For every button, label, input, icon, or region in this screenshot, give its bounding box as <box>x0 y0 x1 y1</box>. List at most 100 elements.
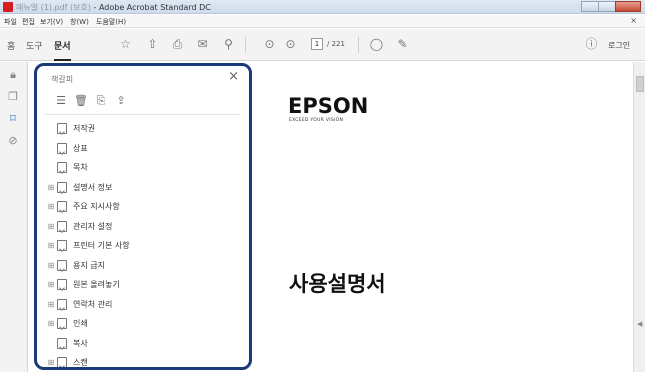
next-page-icon[interactable]: ⊙ <box>283 37 298 52</box>
menu-file[interactable]: 파일 <box>4 17 17 27</box>
tools-tab[interactable]: 도구 <box>26 39 43 52</box>
navigation-rail: 🔒︎ ❐ ⌑ ⊘ <box>0 62 28 372</box>
menu-edit[interactable]: 편집 <box>22 17 35 27</box>
bookmark-label: 연락처 관리 <box>73 299 113 309</box>
scrollbar-thumb[interactable] <box>636 76 644 92</box>
bookmark-icon <box>57 298 67 310</box>
attachments-icon[interactable]: ⊘ <box>6 134 20 148</box>
lock-icon[interactable]: 🔒︎ <box>6 68 20 82</box>
expand-icon[interactable]: ⊞ <box>47 202 55 211</box>
close-document-icon[interactable]: × <box>630 16 637 25</box>
bookmark-item[interactable]: ⊞ 설명서 정보 <box>47 179 112 196</box>
bookmark-item[interactable]: ⊞ 인쇄 <box>47 315 88 332</box>
pen-icon[interactable]: ✎ <box>395 37 410 52</box>
bookmark-item[interactable]: ⊞ 관리자 설정 <box>47 218 112 235</box>
vertical-scrollbar[interactable]: ◀ <box>633 62 645 372</box>
expand-bookmark-icon[interactable]: ⇪ <box>111 94 131 108</box>
bookmark-label: 스캔 <box>73 358 88 367</box>
comment-icon[interactable]: ◯ <box>369 37 384 52</box>
bookmark-label: 원본 올려놓기 <box>73 280 120 289</box>
expand-icon[interactable]: ⊞ <box>47 183 55 192</box>
bookmark-icon <box>57 279 67 290</box>
page-total: / 221 <box>327 40 345 48</box>
bookmark-item[interactable]: 복사 <box>47 335 88 352</box>
title-bar: 매뉴얼 (1).pdf (보호) - Adobe Acrobat Standar… <box>0 0 645 14</box>
bookmark-label: 용지 급지 <box>73 260 105 270</box>
minimize-button[interactable] <box>581 1 599 12</box>
bookmark-label: 목차 <box>73 163 88 172</box>
bookmark-item[interactable]: ⊞ 프린터 기본 사항 <box>47 237 130 254</box>
upload-cloud-icon[interactable]: ⇧ <box>145 37 160 52</box>
bookmark-label: 저작권 <box>73 124 96 133</box>
home-tab[interactable]: 홈 <box>7 39 15 52</box>
print-icon[interactable]: ⎙ <box>170 37 185 52</box>
epson-logo: EPSON <box>288 94 369 118</box>
bookmark-label: 인쇄 <box>73 319 88 328</box>
bookmark-item[interactable]: 저작권 <box>47 120 95 137</box>
login-link[interactable]: 로그인 <box>608 40 630 51</box>
page-thumbnails-icon[interactable]: ❐ <box>6 90 20 104</box>
window-title: 매뉴얼 (1).pdf (보호) - Adobe Acrobat Standar… <box>16 2 211 13</box>
bookmark-icon <box>57 318 67 329</box>
bookmark-icon <box>57 162 67 173</box>
expand-icon[interactable]: ⊞ <box>47 280 55 289</box>
expand-icon[interactable]: ⊞ <box>47 319 55 328</box>
options-menu-icon[interactable]: ☰ <box>51 94 71 108</box>
logo-tagline: EXCEED YOUR VISION <box>289 118 344 123</box>
previous-page-icon[interactable]: ⊙ <box>262 37 277 52</box>
menu-view[interactable]: 보기(V) <box>40 17 63 27</box>
close-window-button[interactable] <box>615 1 641 12</box>
bookmark-label: 프린터 기본 사항 <box>73 241 130 250</box>
page-number-input[interactable]: 1 <box>311 38 323 50</box>
bookmark-icon <box>57 259 67 271</box>
bookmark-item[interactable]: 상표 <box>47 140 88 157</box>
expand-icon[interactable]: ⊞ <box>47 300 55 309</box>
email-icon[interactable]: ✉ <box>195 37 210 52</box>
bookmark-icon <box>57 240 67 251</box>
toolbar: 홈 도구 문서 ☆ ⇧ ⎙ ✉ ⚲ ⊙ ⊙ 1 / 221 ◯ ✎ ⓘ 로그인 <box>0 29 645 61</box>
menu-help[interactable]: 도움말(H) <box>96 17 126 27</box>
document-tab[interactable]: 문서 <box>54 39 71 61</box>
delete-bookmark-icon[interactable]: 🗑︎ <box>71 94 91 108</box>
help-icon[interactable]: ⓘ <box>584 37 599 52</box>
search-icon[interactable]: ⚲ <box>221 37 236 52</box>
bookmark-item[interactable]: ⊞ 주요 지시사항 <box>47 198 120 215</box>
toolbar-separator <box>245 37 246 53</box>
expand-icon[interactable]: ⊞ <box>47 241 55 250</box>
collapse-panel-icon[interactable]: ◀ <box>637 320 643 328</box>
bookmark-icon <box>57 357 67 367</box>
close-panel-icon[interactable]: × <box>228 69 239 84</box>
panel-divider <box>45 114 241 115</box>
bookmark-item[interactable]: ⊞ 원본 올려놓기 <box>47 276 120 293</box>
window-title-filename: 매뉴얼 (1).pdf (보호) <box>16 3 91 12</box>
maximize-button[interactable] <box>598 1 616 12</box>
expand-icon[interactable]: ⊞ <box>47 358 55 367</box>
bookmark-label: 주요 지시사항 <box>73 202 120 211</box>
bookmarks-icon[interactable]: ⌑ <box>6 112 20 126</box>
bookmark-item[interactable]: ⊞ 용지 급지 <box>47 257 105 274</box>
bookmark-add-icon[interactable]: ☆ <box>118 37 133 52</box>
expand-icon[interactable]: ⊞ <box>47 222 55 231</box>
toolbar-separator <box>358 37 359 53</box>
window-controls <box>581 1 641 12</box>
bookmark-label: 상표 <box>73 143 88 153</box>
bookmark-icon <box>57 220 67 232</box>
bookmark-icon <box>57 181 67 193</box>
bookmark-label: 복사 <box>73 338 88 348</box>
bookmarks-panel: 책갈피 × ☰ 🗑︎ ⎘ ⇪ 저작권 상표 목차 ⊞ 설명서 정보 ⊞ 주요 지시사항 ⊞ 관리… <box>34 63 252 370</box>
bookmark-item[interactable]: ⊞ 연락처 관리 <box>47 296 112 313</box>
new-bookmark-icon[interactable]: ⎘ <box>91 94 111 108</box>
bookmark-icon <box>57 142 67 154</box>
acrobat-app-icon <box>3 2 13 12</box>
bookmark-label: 설명서 정보 <box>73 182 113 192</box>
menu-window[interactable]: 창(W) <box>70 17 89 27</box>
bookmark-toolbar: ☰ 🗑︎ ⎘ ⇪ <box>51 94 131 108</box>
expand-icon[interactable]: ⊞ <box>47 261 55 270</box>
bookmark-icon <box>57 337 67 349</box>
bookmark-icon <box>57 123 67 134</box>
window-title-app: - Adobe Acrobat Standard DC <box>93 3 211 12</box>
bookmark-item[interactable]: 목차 <box>47 159 88 176</box>
bookmark-icon <box>57 201 67 212</box>
bookmark-item[interactable]: ⊞ 스캔 <box>47 354 88 367</box>
document-heading: 사용설명서 <box>289 272 386 296</box>
